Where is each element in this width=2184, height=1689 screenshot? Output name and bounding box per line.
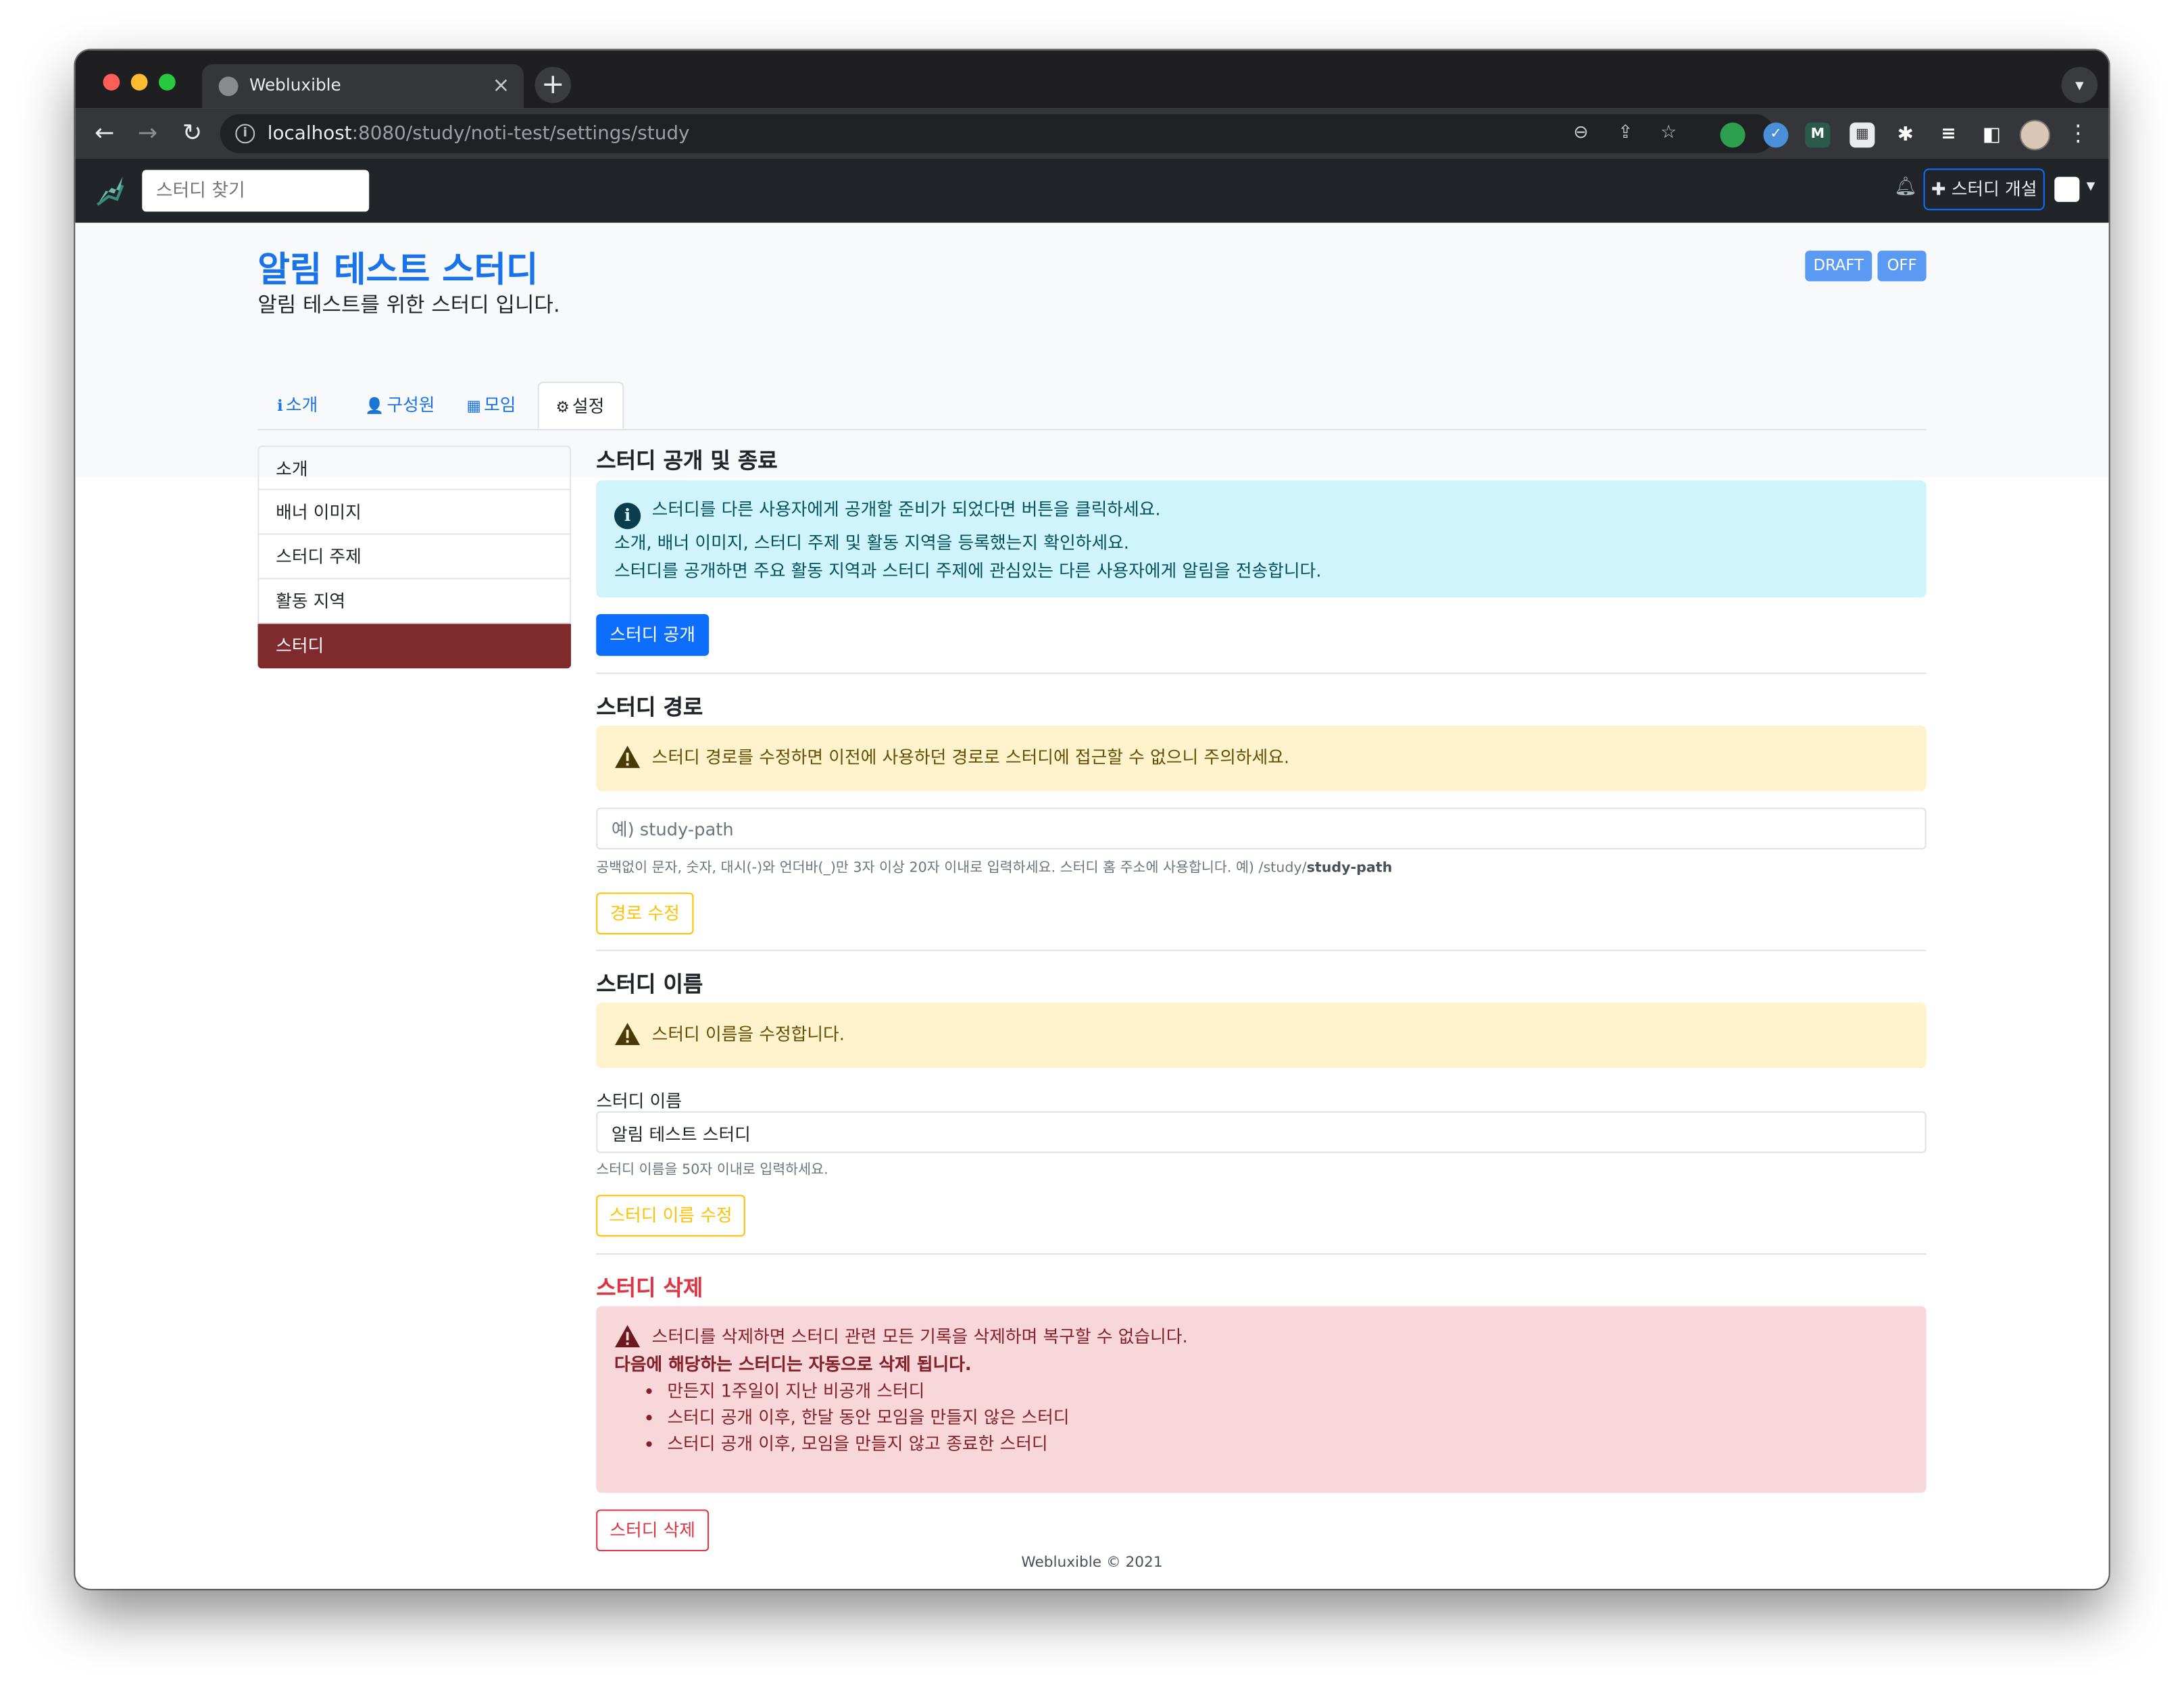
url-text: localhost:8080/study/noti-test/settings/…	[267, 122, 690, 145]
update-name-button[interactable]: 스터디 이름 수정	[596, 1194, 745, 1237]
alert-text: 스터디 이름을 수정합니다.	[651, 1023, 845, 1044]
tab-title: Webluxible	[249, 75, 341, 95]
warning-triangle-icon	[615, 1022, 641, 1045]
sidebar-item-study[interactable]: 스터디	[257, 624, 572, 669]
divider	[596, 949, 1927, 951]
qr-code-icon[interactable]: ▦	[1850, 122, 1875, 148]
update-path-button[interactable]: 경로 수정	[596, 892, 694, 935]
publish-study-button[interactable]: 스터디 공개	[596, 613, 710, 656]
side-panel-icon[interactable]: ◧	[1979, 122, 2004, 147]
path-warning-alert: 스터디 경로를 수정하면 이전에 사용하던 경로로 스터디에 접근할 수 없으니…	[596, 725, 1927, 791]
extension-green-icon[interactable]	[1720, 122, 1745, 148]
info-circle-icon: i	[614, 503, 641, 530]
browser-tab-bar: Webluxible × + ▾	[75, 50, 2109, 109]
profile-dropdown-caret-icon[interactable]: ▼	[2087, 180, 2095, 193]
tab-settings[interactable]: ⚙ 설정	[537, 381, 624, 429]
browser-menu-icon[interactable]: ⋮	[2067, 117, 2089, 150]
site-info-icon[interactable]: i	[235, 124, 255, 144]
study-search-input[interactable]	[142, 170, 370, 212]
create-study-button[interactable]: ✚ 스터디 개설	[1923, 168, 2045, 211]
delete-danger-alert: 스터디를 삭제하면 스터디 관련 모든 기록을 삭제하며 복구할 수 없습니다.…	[596, 1306, 1927, 1493]
publish-info-alert: i 스터디를 다른 사용자에게 공개할 준비가 되었다면 버튼을 클릭하세요. 소…	[596, 480, 1927, 598]
alert-text: 스터디를 공개하면 주요 활동 지역과 스터디 주제에 관심있는 다른 사용자에…	[614, 559, 1322, 580]
back-arrow-icon[interactable]: ←	[88, 117, 121, 150]
site-navbar: 🔔︎ ✚ 스터디 개설 ▼	[75, 158, 2109, 223]
study-path-input[interactable]	[596, 807, 1927, 850]
reading-list-icon[interactable]: ≡	[1936, 122, 1961, 147]
close-window-button[interactable]	[103, 74, 120, 91]
alert-text: 소개, 배너 이미지, 스터디 주제 및 활동 지역을 등록했는지 확인하세요.	[614, 532, 1129, 553]
gear-icon: ⚙	[555, 398, 570, 417]
browser-tab[interactable]: Webluxible ×	[201, 64, 524, 109]
zoom-icon[interactable]: ⊖	[1568, 121, 1593, 146]
site-logo-icon[interactable]	[95, 174, 125, 207]
list-item: 스터디 공개 이후, 한달 동안 모임을 만들지 않은 스터디	[667, 1404, 1908, 1430]
study-name-label: 스터디 이름	[596, 1090, 682, 1111]
publish-heading: 스터디 공개 및 종료	[596, 448, 778, 474]
tab-label: 소개	[285, 394, 318, 415]
share-icon[interactable]: ⇪	[1613, 121, 1638, 146]
study-tabs: ℹ 소개 👤 구성원 ▦ 모임 ⚙ 설정	[257, 381, 1927, 430]
divider	[596, 1253, 1927, 1255]
extension-check-icon[interactable]: ✓	[1763, 122, 1789, 148]
tab-events[interactable]: ▦ 모임	[450, 382, 532, 428]
alert-text: 스터디 경로를 수정하면 이전에 사용하던 경로로 스터디에 접근할 수 없으니…	[651, 746, 1290, 767]
name-heading: 스터디 이름	[596, 972, 703, 997]
delete-heading: 스터디 삭제	[596, 1276, 703, 1301]
warning-triangle-icon	[615, 1325, 641, 1348]
sidebar-item-zones[interactable]: 활동 지역	[257, 579, 572, 624]
footer: Webluxible © 2021	[1021, 1554, 1163, 1571]
alert-text: 스터디를 삭제하면 스터디 관련 모든 기록을 삭제하며 복구할 수 없습니다.	[651, 1326, 1188, 1347]
study-title[interactable]: 알림 테스트 스터디	[257, 243, 538, 293]
address-bar[interactable]: i localhost:8080/study/noti-test/setting…	[220, 114, 1775, 153]
tab-intro[interactable]: ℹ 소개	[260, 382, 334, 428]
divider	[596, 672, 1927, 674]
calendar-icon: ▦	[466, 397, 481, 415]
name-help-text: 스터디 이름을 50자 이내로 입력하세요.	[596, 1163, 828, 1178]
path-heading: 스터디 경로	[596, 695, 703, 720]
warning-triangle-icon	[615, 745, 641, 768]
tab-label: 모임	[484, 394, 516, 415]
minimize-window-button[interactable]	[130, 74, 148, 91]
tab-label: 구성원	[387, 394, 435, 415]
sidebar-item-banner[interactable]: 배너 이미지	[257, 490, 572, 535]
sidebar-item-intro[interactable]: 소개	[257, 445, 572, 490]
alert-bold-text: 다음에 해당하는 스터디는 자동으로 삭제 됩니다.	[614, 1353, 972, 1374]
globe-icon	[218, 76, 239, 97]
user-icon: 👤	[365, 397, 384, 415]
sidebar-item-topics[interactable]: 스터디 주제	[257, 534, 572, 580]
user-avatar[interactable]	[2054, 176, 2080, 202]
tab-search-chevron-icon[interactable]: ▾	[2061, 66, 2098, 103]
alert-text: 스터디를 다른 사용자에게 공개할 준비가 되었다면 버튼을 클릭하세요.	[651, 498, 1161, 520]
close-tab-icon[interactable]: ×	[492, 72, 510, 97]
puzzle-icon[interactable]: ✱	[1893, 122, 1918, 147]
off-badge[interactable]: OFF	[1877, 251, 1927, 282]
list-item: 스터디 공개 이후, 모임을 만들지 않고 종료한 스터디	[667, 1430, 1908, 1457]
bookmark-star-icon[interactable]: ☆	[1656, 121, 1681, 146]
study-header: 알림 테스트 스터디 알림 테스트를 위한 스터디 입니다. DRAFT OFF…	[75, 222, 2109, 478]
settings-sidebar: 소개 배너 이미지 스터디 주제 활동 지역 스터디	[257, 445, 572, 669]
delete-conditions-list: 만든지 1주일이 지난 비공개 스터디 스터디 공개 이후, 한달 동안 모임을…	[614, 1378, 1908, 1457]
browser-window: Webluxible × + ▾ ← → ↻ i localhost:8080/…	[75, 50, 2109, 1589]
path-help-text: 공백없이 문자, 숫자, 대시(-)와 언더바(_)만 3자 이상 20자 이내…	[596, 860, 1393, 876]
list-item: 만든지 1주일이 지난 비공개 스터디	[667, 1378, 1908, 1404]
forward-arrow-icon[interactable]: →	[131, 117, 164, 150]
maximize-window-button[interactable]	[158, 74, 176, 91]
draft-badge[interactable]: DRAFT	[1805, 251, 1872, 282]
study-name-input[interactable]	[596, 1111, 1927, 1153]
delete-study-button[interactable]: 스터디 삭제	[596, 1509, 710, 1552]
reload-icon[interactable]: ↻	[176, 117, 209, 150]
browser-profile-avatar[interactable]	[2019, 120, 2051, 151]
browser-toolbar: ← → ↻ i localhost:8080/study/noti-test/s…	[75, 108, 2109, 159]
info-circle-icon: ℹ	[277, 397, 283, 415]
notification-bell-icon[interactable]: 🔔︎	[1894, 177, 1917, 202]
tab-label: 설정	[572, 395, 605, 417]
new-tab-button[interactable]: +	[535, 66, 572, 103]
study-description: 알림 테스트를 위한 스터디 입니다.	[257, 292, 560, 318]
extension-m-icon[interactable]: M	[1805, 122, 1831, 148]
tab-members[interactable]: 👤 구성원	[348, 382, 451, 428]
name-warning-alert: 스터디 이름을 수정합니다.	[596, 1003, 1927, 1068]
